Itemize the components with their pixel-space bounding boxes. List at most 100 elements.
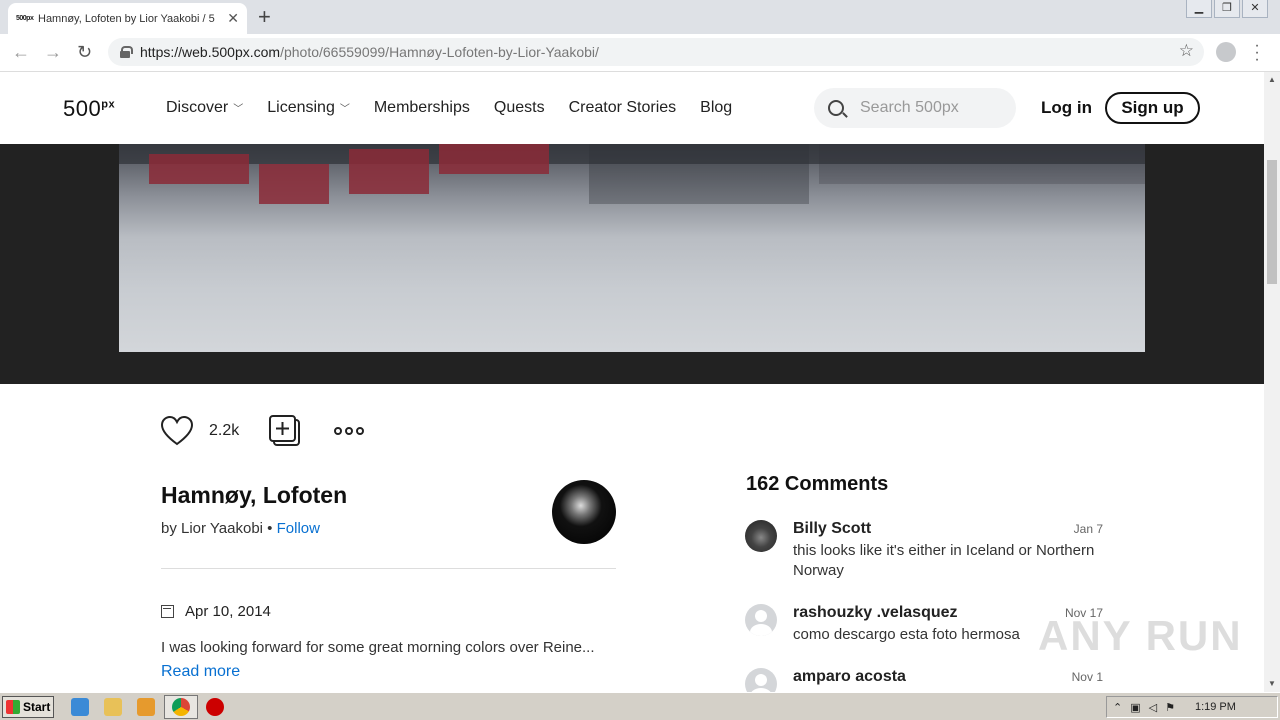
main-photo[interactable] [119, 144, 1145, 352]
500px-favicon-icon: 500px [16, 15, 34, 22]
windows-taskbar: Start ⌃ ▣ ◁ ⚑ 1:19 PM [0, 692, 1280, 720]
comment-date: Jan 7 [1073, 522, 1103, 536]
nav-blog[interactable]: Blog [700, 99, 732, 117]
logo-text: 500 [63, 96, 102, 121]
nav-memberships[interactable]: Memberships [374, 99, 470, 117]
page-viewport: 500px Discover ﹀ Licensing ﹀ Memberships Q… [0, 72, 1264, 692]
close-icon[interactable]: ✕ [227, 10, 239, 27]
default-avatar-icon[interactable] [745, 668, 777, 692]
tray-icons: ⌃ ▣ ◁ ⚑ [1113, 701, 1175, 714]
browser-menu-icon[interactable]: · · · [1254, 38, 1260, 68]
like-count: 2.2k [209, 422, 240, 439]
follow-link[interactable]: Follow [277, 520, 320, 537]
photo-shape [439, 144, 549, 174]
minimize-icon[interactable]: ▁ [1186, 0, 1212, 18]
commenter-name[interactable]: Billy Scott [793, 520, 871, 538]
login-button[interactable]: Log in [1041, 98, 1092, 118]
search-input[interactable]: Search 500px [814, 88, 1016, 128]
main-nav: Discover ﹀ Licensing ﹀ Memberships Quests … [166, 99, 732, 117]
comment-date: Nov 1 [1071, 670, 1103, 684]
bookmark-star-icon[interactable]: ☆ [1179, 41, 1194, 61]
chevron-down-icon: ﹀ [233, 104, 244, 115]
clock: 1:19 PM [1194, 701, 1236, 713]
comments-title: 162 Comments [746, 473, 889, 495]
photo-date: Apr 10, 2014 [161, 603, 271, 620]
page-scrollbar[interactable]: ▲ ▼ [1264, 72, 1280, 692]
add-to-gallery-icon[interactable] [269, 415, 301, 447]
nav-licensing[interactable]: Licensing ﹀ [267, 99, 350, 117]
heart-icon[interactable] [160, 414, 194, 448]
search-icon [828, 100, 844, 116]
photo-actions: 2.2k [160, 414, 365, 448]
default-avatar-icon[interactable] [745, 604, 777, 636]
logo-sup: px [101, 98, 116, 111]
ie-icon[interactable] [71, 698, 89, 716]
commenter-name[interactable]: amparo acosta [793, 668, 906, 686]
restore-icon[interactable]: ❐ [1214, 0, 1240, 18]
antivirus-icon[interactable] [206, 698, 224, 716]
date-text: Apr 10, 2014 [185, 603, 271, 620]
nav-discover[interactable]: Discover ﹀ [166, 99, 243, 117]
photographer-name[interactable]: by Lior Yaakobi • [161, 520, 272, 537]
window-controls: ▁ ❐ ✕ [1186, 0, 1268, 18]
start-button[interactable]: Start [2, 696, 54, 718]
chevron-down-icon: ﹀ [339, 104, 350, 115]
more-options-icon[interactable] [334, 427, 365, 435]
signup-button[interactable]: Sign up [1105, 92, 1200, 124]
address-bar[interactable]: https://web.500px.com/photo/66559099/Ham… [108, 38, 1204, 66]
comment-text: this looks like it's either in Iceland o… [793, 542, 1095, 579]
tab-title: Hamnøy, Lofoten by Lior Yaakobi / 5 [38, 12, 215, 25]
network-icon[interactable]: ▣ [1130, 701, 1140, 714]
commenter-name[interactable]: rashouzky .velasquez [793, 604, 958, 622]
anyrun-watermark: ANY RUN [1038, 612, 1243, 659]
tab-strip: 500px Hamnøy, Lofoten by Lior Yaakobi / … [0, 0, 1280, 34]
photo-shape [349, 149, 429, 194]
commenter-avatar[interactable] [745, 520, 777, 552]
flag-icon[interactable]: ⚑ [1165, 701, 1175, 714]
search-placeholder: Search 500px [860, 99, 959, 116]
nav-creator-stories[interactable]: Creator Stories [569, 99, 677, 117]
chrome-taskbar-button[interactable] [164, 695, 198, 719]
close-window-icon[interactable]: ✕ [1242, 0, 1268, 18]
url-path: /photo/66559099/Hamnøy-Lofoten-by-Lior-Y… [280, 44, 599, 60]
nav-quests[interactable]: Quests [494, 99, 545, 117]
nav-label: Discover [166, 99, 229, 116]
browser-toolbar: ← → ↻ https://web.500px.com/photo/665590… [0, 34, 1280, 72]
photo-shape [819, 144, 1145, 184]
volume-icon[interactable]: ◁ [1149, 701, 1157, 714]
site-header: 500px Discover ﹀ Licensing ﹀ Memberships Q… [0, 72, 1264, 144]
chrome-icon [172, 698, 190, 716]
media-player-icon[interactable] [137, 698, 155, 716]
url-host: https://web.500px.com [140, 44, 281, 60]
photo-title: Hamnøy, Lofoten [161, 482, 348, 508]
byline: by Lior Yaakobi • Follow [161, 520, 320, 537]
scroll-down-arrow-icon[interactable]: ▼ [1264, 676, 1280, 692]
profile-avatar-icon[interactable] [1216, 42, 1236, 62]
browser-tab[interactable]: 500px Hamnøy, Lofoten by Lior Yaakobi / … [8, 3, 247, 34]
read-more-link[interactable]: Read more [161, 663, 240, 681]
explorer-folder-icon[interactable] [104, 698, 122, 716]
photographer-avatar[interactable] [552, 480, 616, 544]
system-tray: ⌃ ▣ ◁ ⚑ 1:19 PM [1106, 696, 1278, 718]
divider [161, 568, 616, 569]
start-label: Start [23, 700, 51, 714]
photo-shape [259, 164, 329, 204]
back-icon[interactable]: ← [12, 42, 30, 63]
calendar-icon [161, 605, 174, 618]
show-hidden-icon[interactable]: ⌃ [1113, 701, 1122, 714]
photo-shape [149, 154, 249, 184]
photo-shape [589, 144, 809, 204]
windows-flag-icon [6, 700, 20, 714]
reload-icon[interactable]: ↻ [77, 42, 92, 63]
photo-description: I was looking forward for some great mor… [161, 639, 595, 656]
comment-item: Billy Scott Jan 7 this looks like it's e… [745, 520, 1103, 590]
forward-icon[interactable]: → [44, 42, 62, 63]
nav-label: Licensing [267, 99, 335, 116]
lock-icon [120, 46, 133, 58]
comment-item: amparo acosta Nov 1 [745, 668, 1103, 692]
500px-logo[interactable]: 500px [63, 96, 115, 122]
scroll-up-arrow-icon[interactable]: ▲ [1264, 72, 1280, 88]
photo-band [0, 144, 1264, 384]
scroll-thumb[interactable] [1267, 160, 1277, 284]
new-tab-icon[interactable]: + [258, 4, 271, 30]
